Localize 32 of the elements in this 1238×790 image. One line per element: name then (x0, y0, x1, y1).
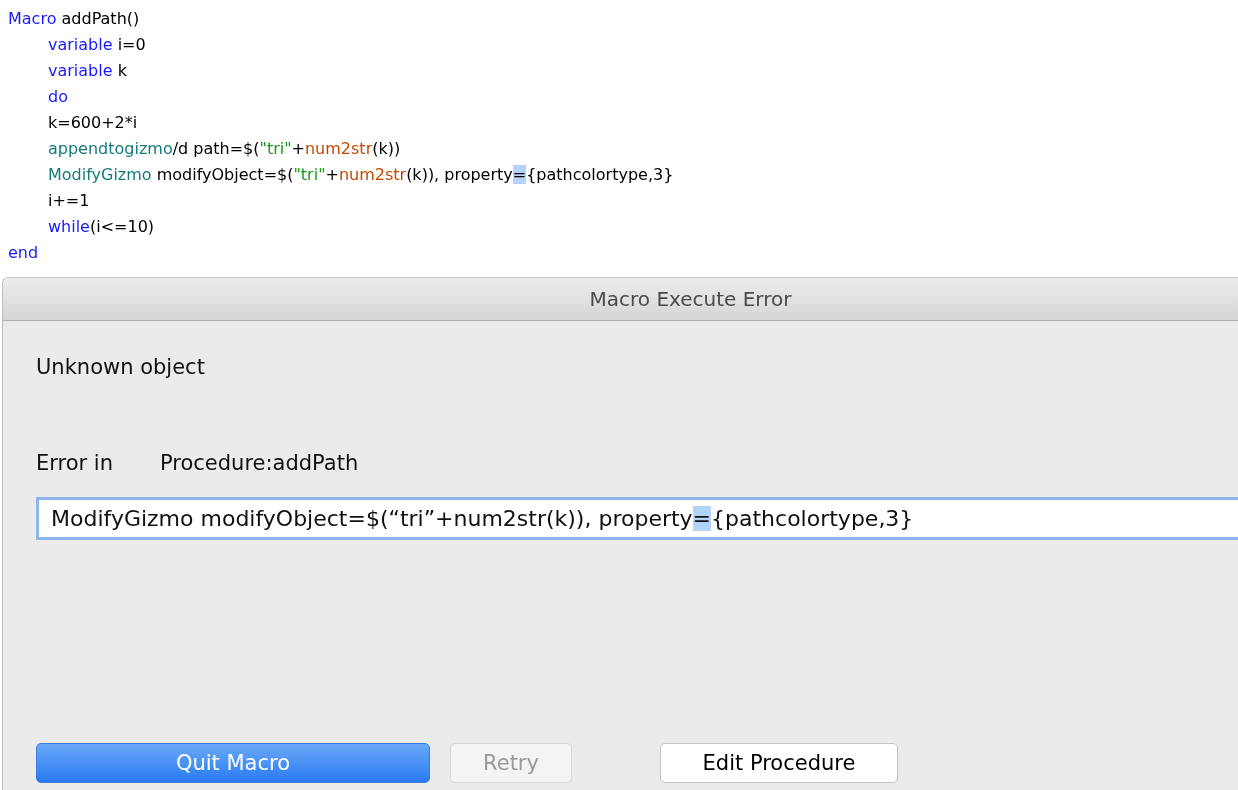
procedure-name: Procedure:addPath (160, 451, 359, 477)
code-token: end (8, 243, 39, 262)
code-token: k=600+2*i (48, 113, 138, 132)
code-token: "tri" (293, 165, 326, 184)
code-token: appendtogizmo (48, 139, 173, 158)
code-token: variable (48, 61, 113, 80)
code-token: + (325, 165, 339, 184)
code-token: addPath() (60, 9, 140, 28)
code-token: ModifyGizmo (48, 165, 152, 184)
code-token: (i<=10) (89, 217, 155, 236)
error-line-field[interactable]: ModifyGizmo modifyObject=$(“tri”+num2str(k)), property={pathcolortype,3} (36, 497, 1238, 540)
dialog-title: Macro Execute Error (589, 287, 792, 311)
code-token: (k)), property (406, 165, 513, 184)
code-token: i+=1 (48, 191, 90, 210)
code-token: "tri" (259, 139, 292, 158)
code-token: (k)) (372, 139, 401, 158)
code-token: = (512, 165, 527, 184)
code-token: variable (48, 35, 113, 54)
code-token: k (116, 61, 127, 80)
code-token: do (48, 87, 68, 106)
dialog-button[interactable]: Edit Procedure (660, 743, 898, 783)
code-token: + (291, 139, 305, 158)
code-token: /d path=$( (172, 139, 260, 158)
error-message: Unknown object (36, 355, 206, 381)
code-token: num2str (304, 139, 373, 158)
error-in-label: Error in (36, 451, 114, 477)
code-token: modifyObject=$( (155, 165, 294, 184)
code-token: num2str (338, 165, 407, 184)
code-token: {pathcolortype,3} (526, 165, 674, 184)
code-token: while (48, 217, 90, 236)
code-token: Macro (8, 9, 57, 28)
code-token: i=0 (116, 35, 146, 54)
